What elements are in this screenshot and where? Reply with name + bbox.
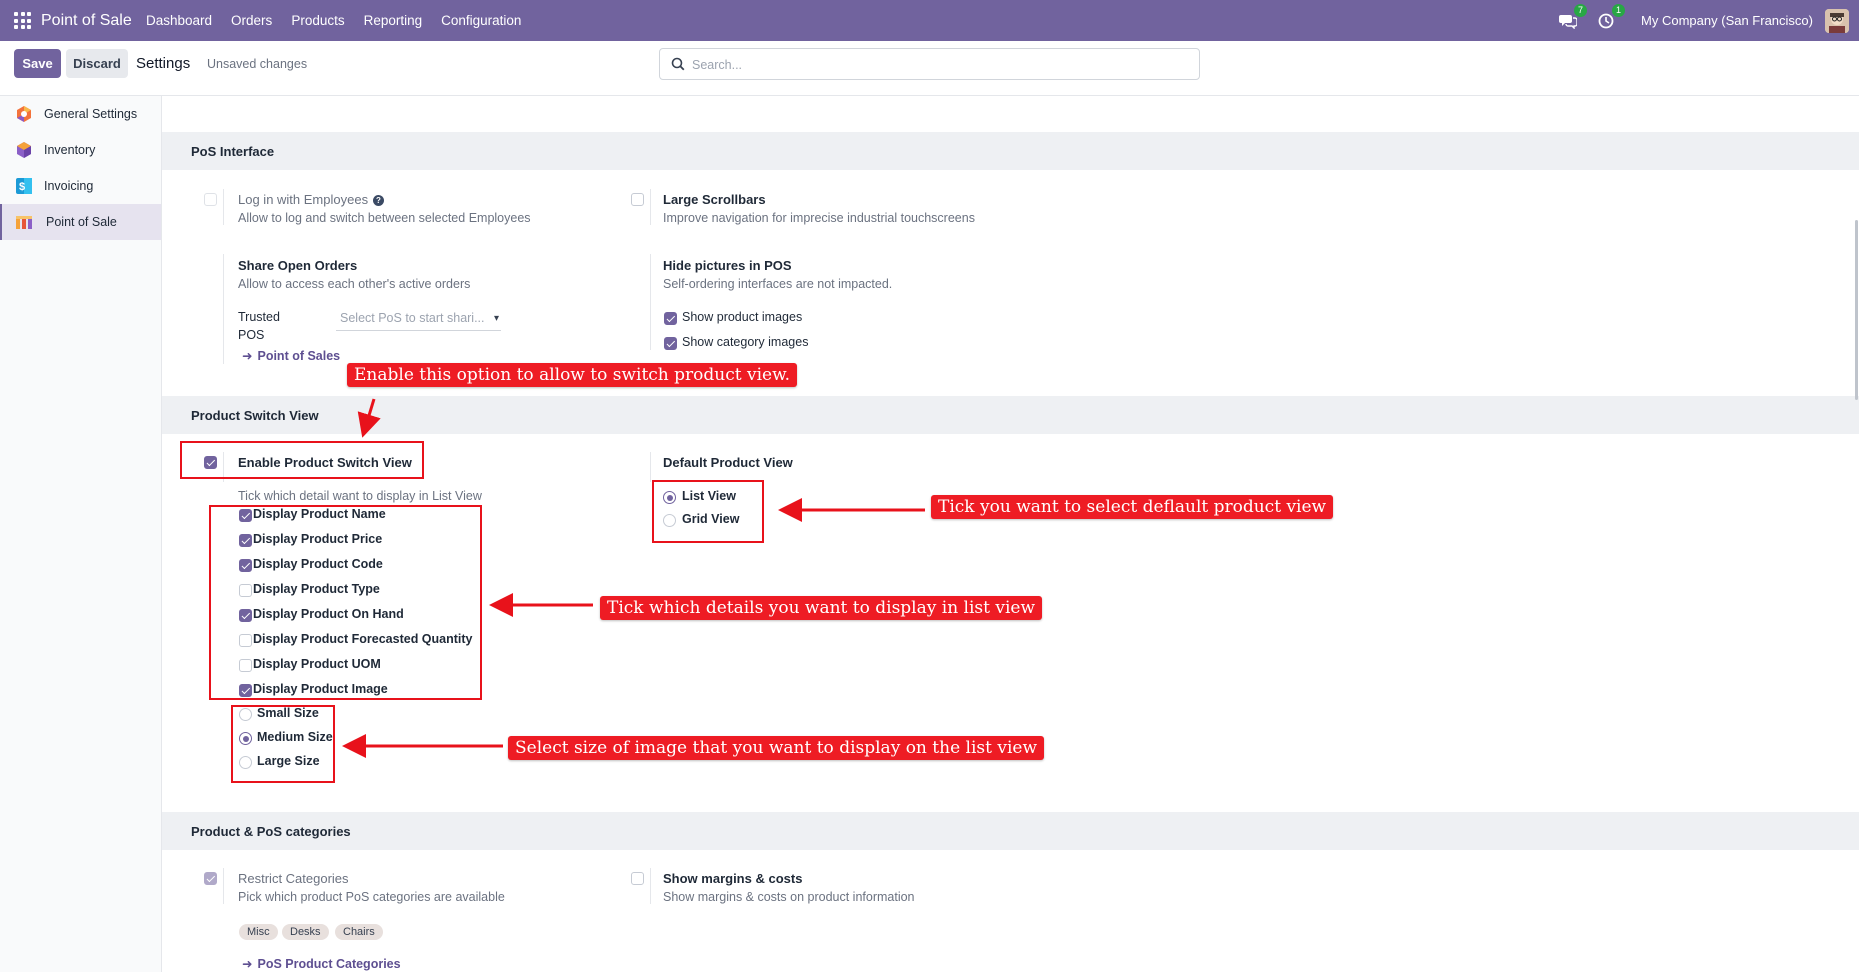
login-employees-desc: Allow to log and switch between selected… <box>238 211 531 225</box>
hide-pictures-label: Hide pictures in POS <box>663 258 792 273</box>
menu-products[interactable]: Products <box>291 13 344 28</box>
point-of-sale-icon <box>16 216 32 229</box>
invoicing-icon: $ <box>16 178 32 194</box>
apps-menu-icon[interactable] <box>14 12 31 29</box>
share-orders-label: Share Open Orders <box>238 258 358 273</box>
sidebar-item-label: General Settings <box>44 107 138 121</box>
discard-button[interactable]: Discard <box>66 49 128 78</box>
annotation-box-default-view <box>652 480 764 543</box>
scrollbar-thumb[interactable] <box>1855 220 1858 400</box>
category-tag[interactable]: Misc <box>239 924 278 940</box>
category-tag[interactable]: Chairs <box>335 924 383 940</box>
annotation-default-view: Tick you want to select deflault product… <box>931 495 1334 519</box>
annotation-image-size: Select size of image that you want to di… <box>508 736 1045 760</box>
messages-button[interactable]: 7 <box>1557 3 1588 31</box>
page-scrollbar[interactable] <box>1852 96 1859 972</box>
search-bar[interactable] <box>659 48 1200 80</box>
annotation-box-details <box>209 505 482 700</box>
default-view-label: Default Product View <box>663 455 793 470</box>
link-label: Point of Sales <box>257 349 341 363</box>
annotation-details: Tick which details you want to display i… <box>600 596 1043 620</box>
show-margins-checkbox[interactable] <box>631 872 644 885</box>
share-orders-desc: Allow to access each other's active orde… <box>238 277 471 291</box>
arrow-right-icon: ➜ <box>242 349 253 363</box>
large-scrollbars-label: Large Scrollbars <box>663 192 766 207</box>
annotation-box-image-size <box>231 705 335 783</box>
activities-badge: 1 <box>1612 3 1626 17</box>
large-scrollbars-desc: Improve navigation for imprecise industr… <box>663 211 975 225</box>
trusted-pos-label-2: POS <box>238 328 265 342</box>
control-panel: Save Discard Settings Unsaved changes <box>0 41 1859 96</box>
menu-dashboard[interactable]: Dashboard <box>146 13 212 28</box>
divider <box>650 868 651 904</box>
clock-icon <box>1598 13 1614 28</box>
annotation-box-enable <box>180 441 424 479</box>
sidebar-item-invoicing[interactable]: $ Invoicing <box>0 168 161 204</box>
divider <box>650 254 651 350</box>
arrow-right-icon: ➜ <box>242 957 253 971</box>
link-label: PoS Product Categories <box>257 957 401 971</box>
large-scrollbars-checkbox[interactable] <box>631 193 644 206</box>
sidebar-item-label: Point of Sale <box>46 215 117 229</box>
list-view-hint: Tick which detail want to display in Lis… <box>238 489 482 503</box>
sidebar-item-label: Inventory <box>44 143 96 157</box>
divider <box>650 452 651 482</box>
svg-text:$: $ <box>19 181 25 193</box>
show-margins-label: Show margins & costs <box>663 871 803 886</box>
trusted-pos-placeholder: Select PoS to start shari... <box>340 311 485 325</box>
section-header-product-switch-view: Product Switch View <box>162 396 1859 434</box>
app-brand[interactable]: Point of Sale <box>41 12 132 30</box>
sidebar-item-label: Invoicing <box>44 179 94 193</box>
category-tag[interactable]: Desks <box>282 924 329 940</box>
chat-icon <box>1559 14 1578 29</box>
sidebar-item-general-settings[interactable]: General Settings <box>0 96 161 132</box>
save-button[interactable]: Save <box>14 49 61 78</box>
unsaved-status: Unsaved changes <box>207 57 308 71</box>
divider <box>650 189 651 225</box>
show-margins-desc: Show margins & costs on product informat… <box>663 890 915 904</box>
divider <box>223 189 224 225</box>
section-header-categories: Product & PoS categories <box>162 812 1859 850</box>
pos-product-categories-link[interactable]: ➜ PoS Product Categories <box>242 956 401 971</box>
odoo-settings-icon <box>17 106 31 122</box>
section-title: Product Switch View <box>191 408 319 423</box>
menu-reporting[interactable]: Reporting <box>364 13 423 28</box>
login-employees-checkbox[interactable] <box>204 193 217 206</box>
trusted-pos-select[interactable]: Select PoS to start shari... ▾ <box>336 311 501 331</box>
section-title: PoS Interface <box>191 144 275 159</box>
restrict-categories-desc: Pick which product PoS categories are av… <box>238 890 505 904</box>
sidebar-item-point-of-sale[interactable]: Point of Sale <box>0 204 161 240</box>
show-category-images-checkbox[interactable] <box>664 337 677 350</box>
chevron-down-icon: ▾ <box>493 313 499 324</box>
sidebar-item-inventory[interactable]: Inventory <box>0 132 161 168</box>
trusted-pos-label: Trusted <box>238 310 280 324</box>
company-switcher[interactable]: My Company (San Francisco) <box>1641 13 1813 28</box>
search-input[interactable] <box>692 55 1182 75</box>
hide-pictures-desc: Self-ordering interfaces are not impacte… <box>663 277 893 291</box>
point-of-sales-link[interactable]: ➜ Point of Sales <box>242 348 340 363</box>
divider <box>223 868 224 904</box>
show-category-images-label: Show category images <box>682 335 809 349</box>
annotation-enable-option: Enable this option to allow to switch pr… <box>347 363 798 387</box>
divider <box>223 254 224 364</box>
show-product-images-checkbox[interactable] <box>664 312 677 325</box>
restrict-categories-checkbox[interactable] <box>204 872 217 885</box>
page-title: Settings <box>136 55 191 72</box>
user-avatar[interactable] <box>1825 8 1849 33</box>
section-header-pos-interface: PoS Interface <box>162 132 1859 170</box>
menu-orders[interactable]: Orders <box>231 13 272 28</box>
menu-configuration[interactable]: Configuration <box>441 13 521 28</box>
login-employees-label: Log in with Employees <box>238 192 369 207</box>
top-navbar: Point of Sale Dashboard Orders Products … <box>0 0 1859 41</box>
inventory-icon <box>17 142 31 158</box>
main-menu: Dashboard Orders Products Reporting Conf… <box>146 13 540 28</box>
restrict-categories-label: Restrict Categories <box>238 871 349 886</box>
show-product-images-label: Show product images <box>682 310 803 324</box>
help-icon[interactable]: ? <box>373 195 384 206</box>
settings-sidebar: General Settings Inventory $ Invoicing P… <box>0 96 162 972</box>
search-icon <box>671 57 685 71</box>
activities-button[interactable]: 1 <box>1595 3 1626 31</box>
section-title: Product & PoS categories <box>191 824 351 839</box>
messages-badge: 7 <box>1574 3 1588 17</box>
